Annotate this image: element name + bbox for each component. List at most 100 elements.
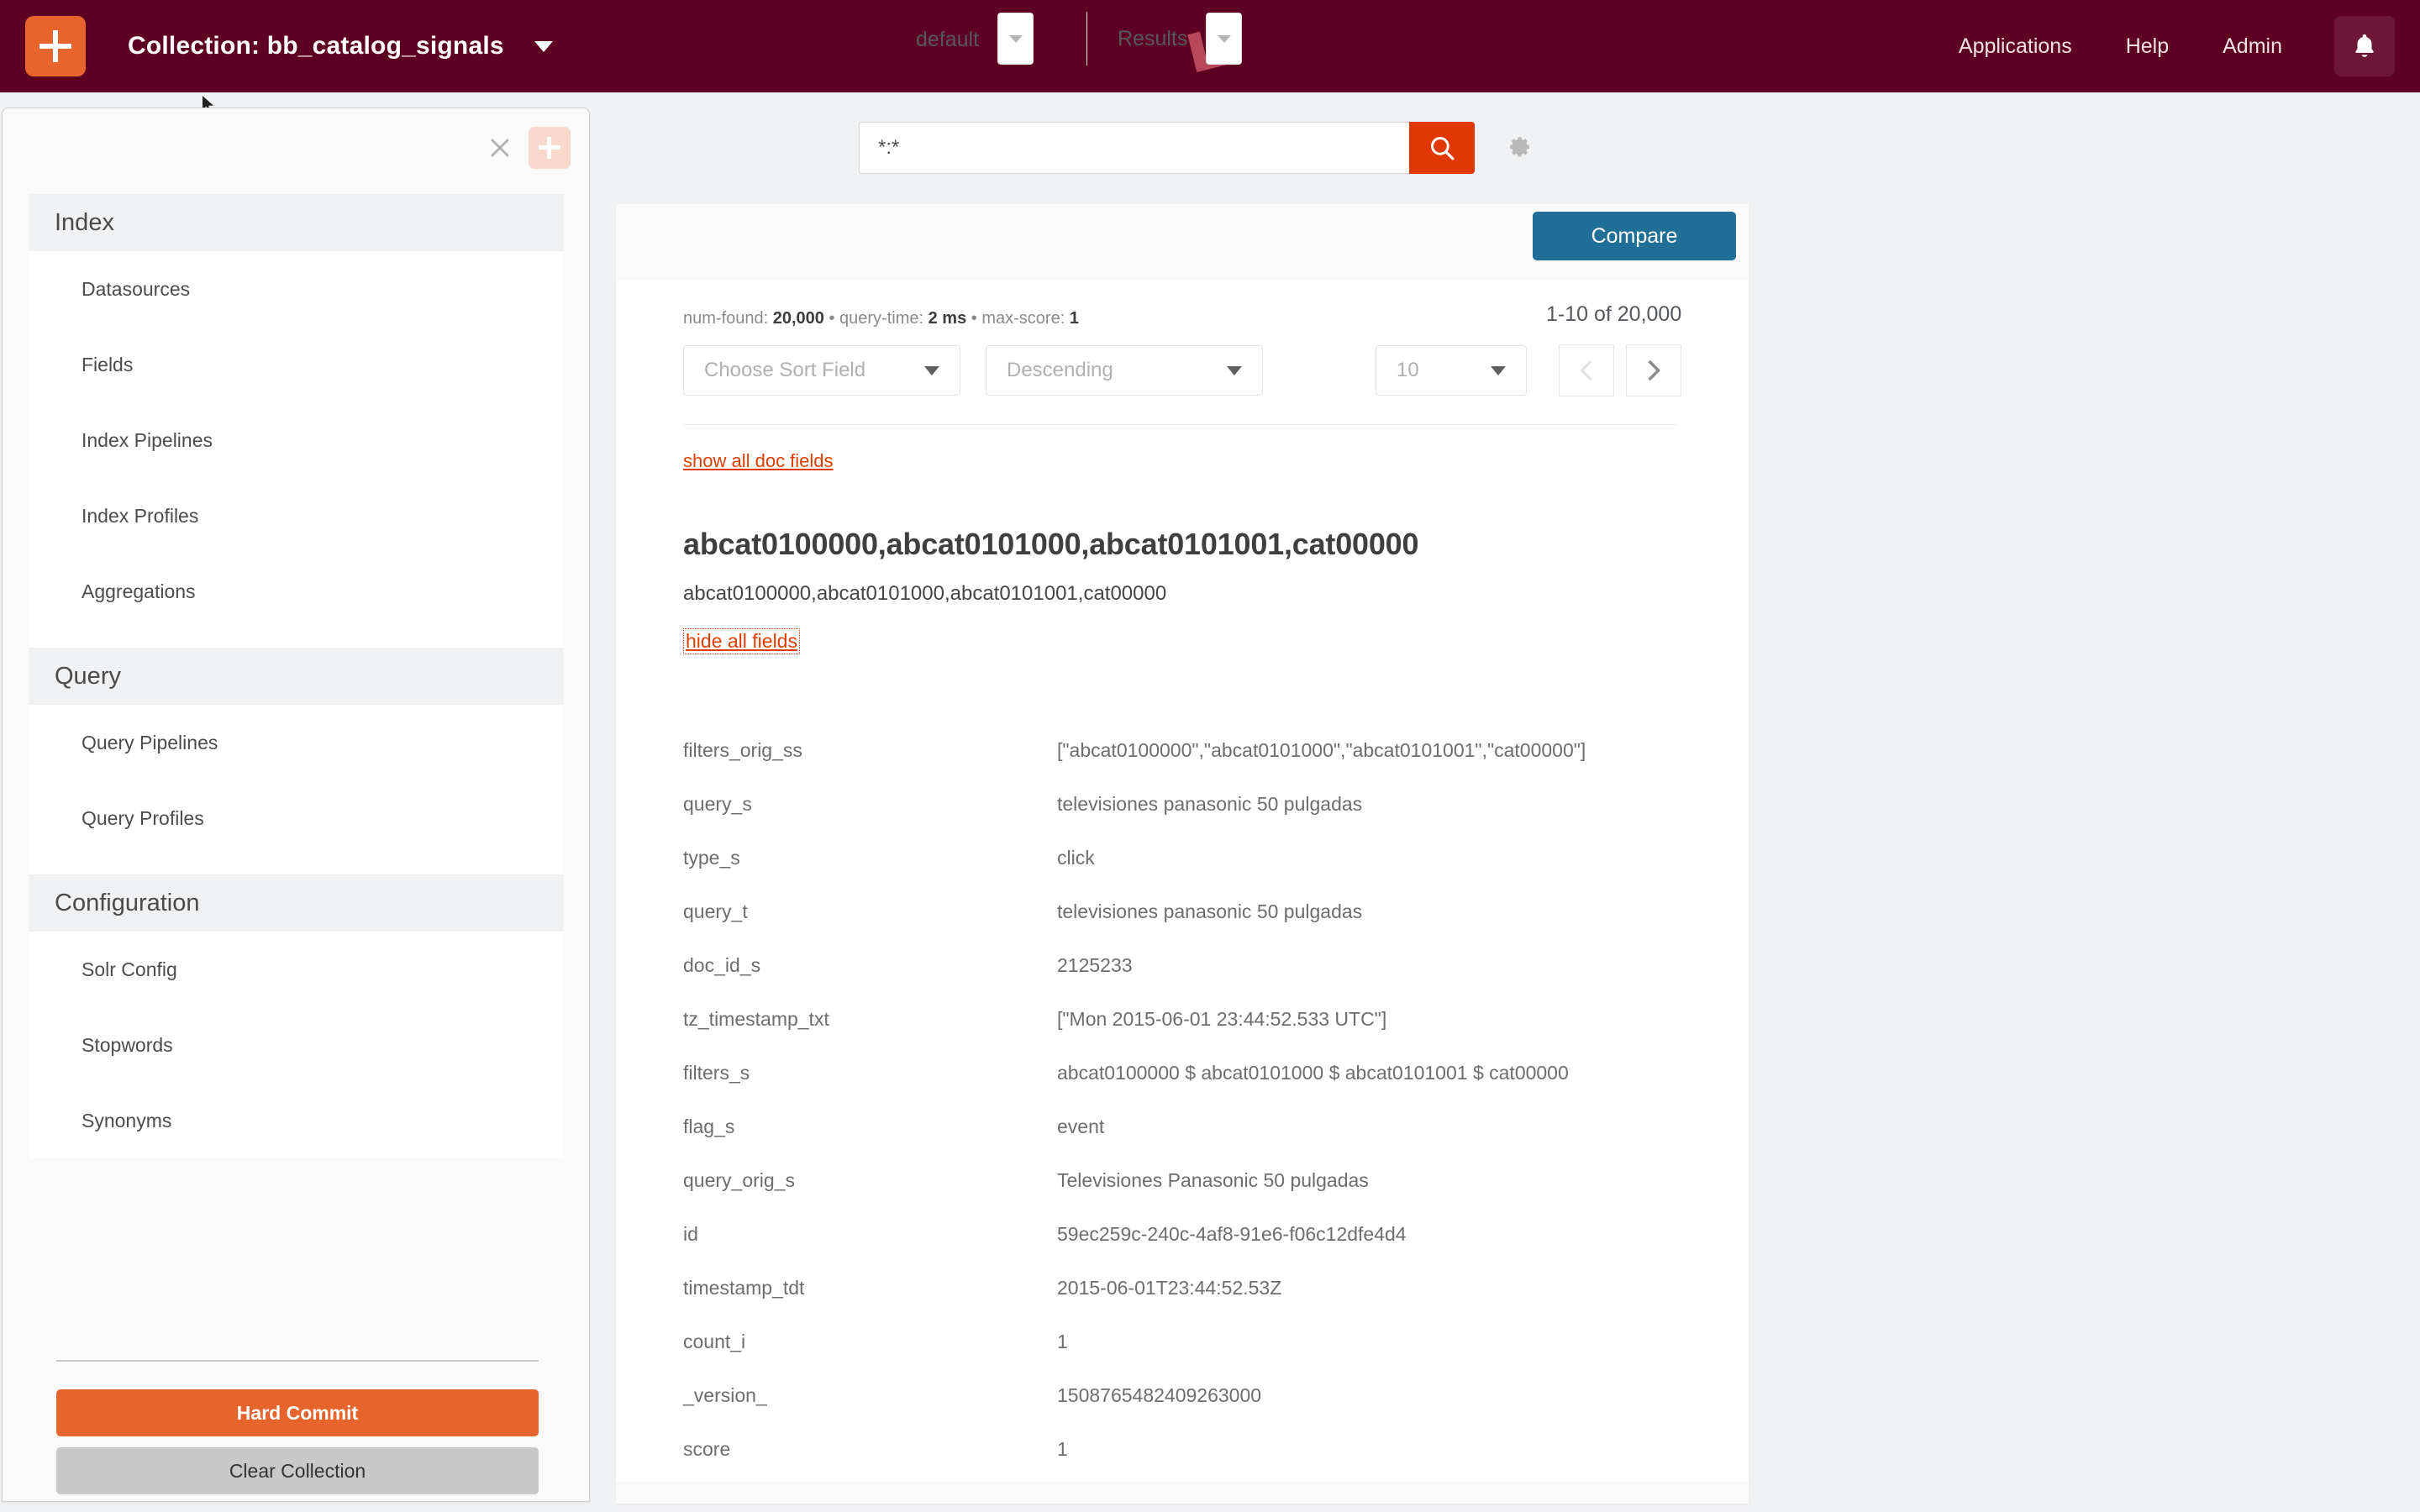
search-submit-button[interactable] <box>1409 122 1475 174</box>
table-row: filters_orig_ss ["abcat0100000","abcat01… <box>683 739 1679 793</box>
table-row: flag_s event <box>683 1116 1679 1169</box>
table-row: count_i 1 <box>683 1331 1679 1384</box>
query-pipeline-dropdown-button[interactable] <box>997 13 1034 65</box>
field-value: event <box>1057 1116 1105 1137</box>
sort-field-value: Choose Sort Field <box>704 359 866 381</box>
chevron-down-icon <box>1227 365 1242 375</box>
field-value: televisiones panasonic 50 pulgadas <box>1057 900 1363 922</box>
sidebar-item-index-pipelines[interactable]: Index Pipelines <box>29 402 564 478</box>
search-bar <box>859 122 1535 174</box>
chevron-down-icon <box>1491 365 1506 375</box>
chevron-down-icon <box>924 365 939 375</box>
query-pipeline-selector[interactable]: default <box>916 13 1034 65</box>
sidebar-item-fields[interactable]: Fields <box>29 327 564 402</box>
sidebar-item-label: Datasources <box>82 277 191 300</box>
panel-bottom-strip <box>616 1482 1749 1504</box>
field-key: id <box>683 1223 698 1245</box>
sidebar-item-label: Query Profiles <box>82 806 204 829</box>
sidebar-item-label: Index Pipelines <box>82 428 213 451</box>
field-key: doc_id_s <box>683 954 761 976</box>
field-value: 2125233 <box>1057 954 1133 976</box>
next-page-button[interactable] <box>1626 344 1681 396</box>
table-row: id 59ec259c-240c-4af8-91e6-f06c12dfe4d4 <box>683 1223 1679 1277</box>
query-stats: num-found: 20,000 • query-time: 2 ms • m… <box>683 309 1079 328</box>
show-all-doc-fields-link[interactable]: show all doc fields <box>683 450 834 472</box>
table-row: type_s click <box>683 847 1679 900</box>
field-key: query_orig_s <box>683 1169 795 1191</box>
query-pipeline-label: default <box>916 27 980 51</box>
nav-group-title: Configuration <box>55 889 200 916</box>
num-found-value: 20,000 <box>772 309 824 328</box>
table-row: tz_timestamp_txt ["Mon 2015-06-01 23:44:… <box>683 1008 1679 1062</box>
compare-button[interactable]: Compare <box>1533 212 1736 260</box>
search-settings-button[interactable] <box>1500 130 1535 165</box>
table-row: _version_ 1508765482409263000 <box>683 1384 1679 1438</box>
notifications-button[interactable] <box>2334 16 2395 76</box>
field-key: tz_timestamp_txt <box>683 1008 829 1030</box>
chevron-left-icon <box>1580 360 1591 381</box>
nav-group-items-index: Datasources Fields Index Pipelines Index… <box>29 251 564 648</box>
field-key: type_s <box>683 847 740 869</box>
field-value: ["Mon 2015-06-01 23:44:52.533 UTC"] <box>1057 1008 1387 1030</box>
panel-action-buttons <box>483 127 571 169</box>
sidebar-item-label: Synonyms <box>82 1109 172 1131</box>
field-key: score <box>683 1438 731 1460</box>
sidebar-item-datasources[interactable]: Datasources <box>29 251 564 327</box>
plus-icon <box>39 30 71 62</box>
sidebar-item-aggregations[interactable]: Aggregations <box>29 554 564 629</box>
field-key: filters_orig_ss <box>683 739 802 761</box>
table-row: timestamp_tdt 2015-06-01T23:44:52.53Z <box>683 1277 1679 1331</box>
stats-separator-1: • <box>823 309 840 328</box>
sort-field-dropdown[interactable]: Choose Sort Field <box>683 345 960 396</box>
page-size-value: 10 <box>1397 359 1419 381</box>
close-panel-button[interactable] <box>483 131 517 165</box>
nav-group-title: Query <box>55 662 121 690</box>
field-value: Televisiones Panasonic 50 pulgadas <box>1057 1169 1369 1191</box>
sidebar-item-query-profiles[interactable]: Query Profiles <box>29 780 564 856</box>
hide-all-fields-link[interactable]: hide all fields <box>683 628 800 654</box>
sidebar-item-label: Stopwords <box>82 1033 173 1056</box>
table-row: query_s televisiones panasonic 50 pulgad… <box>683 793 1679 847</box>
query-time-value: 2 ms <box>928 309 967 328</box>
sidebar-item-stopwords[interactable]: Stopwords <box>29 1007 564 1083</box>
stats-separator-2: • <box>966 309 982 328</box>
hard-commit-button[interactable]: Hard Commit <box>56 1389 539 1436</box>
field-key: filters_s <box>683 1062 750 1084</box>
nav-group-header-query: Query <box>29 648 564 705</box>
chevron-down-icon <box>1008 34 1023 43</box>
add-item-button[interactable] <box>529 127 571 169</box>
table-row: query_t televisiones panasonic 50 pulgad… <box>683 900 1679 954</box>
page-size-dropdown[interactable]: 10 <box>1376 345 1527 396</box>
query-time-key: query-time: <box>839 309 924 328</box>
nav-link-help[interactable]: Help <box>2099 34 2196 59</box>
plus-icon <box>539 137 560 159</box>
sidebar-item-label: Fields <box>82 353 134 375</box>
field-value: 59ec259c-240c-4af8-91e6-f06c12dfe4d4 <box>1057 1223 1407 1245</box>
add-collection-button[interactable] <box>25 16 86 76</box>
sidebar-item-label: Query Pipelines <box>82 731 218 753</box>
results-view-dropdown-button[interactable] <box>1206 13 1243 65</box>
sidebar-item-solr-config[interactable]: Solr Config <box>29 932 564 1007</box>
toolbar-rule <box>683 424 1679 425</box>
field-value: 1 <box>1057 1331 1068 1352</box>
sidebar-item-index-profiles[interactable]: Index Profiles <box>29 478 564 554</box>
nav-link-admin[interactable]: Admin <box>2196 34 2309 59</box>
sort-order-dropdown[interactable]: Descending <box>986 345 1263 396</box>
search-input[interactable] <box>859 122 1409 174</box>
collection-selector[interactable]: Collection: bb_catalog_signals <box>128 32 553 60</box>
field-key: _version_ <box>683 1384 767 1406</box>
sidebar-item-query-pipelines[interactable]: Query Pipelines <box>29 705 564 780</box>
field-key: query_s <box>683 793 752 815</box>
top-nav-links: Applications Help Admin <box>1932 0 2395 92</box>
nav-link-applications[interactable]: Applications <box>1932 34 2099 59</box>
previous-page-button[interactable] <box>1559 344 1614 396</box>
field-key: timestamp_tdt <box>683 1277 805 1299</box>
sidebar-item-synonyms[interactable]: Synonyms <box>29 1083 564 1158</box>
sort-order-value: Descending <box>1007 359 1113 381</box>
num-found-key: num-found: <box>683 309 769 328</box>
document-subtitle: abcat0100000,abcat0101000,abcat0101001,c… <box>683 582 1167 605</box>
results-view-selector[interactable]: Results <box>1118 13 1243 65</box>
chevron-right-icon <box>1648 360 1660 381</box>
clear-collection-button[interactable]: Clear Collection <box>56 1447 539 1494</box>
field-key: query_t <box>683 900 748 922</box>
